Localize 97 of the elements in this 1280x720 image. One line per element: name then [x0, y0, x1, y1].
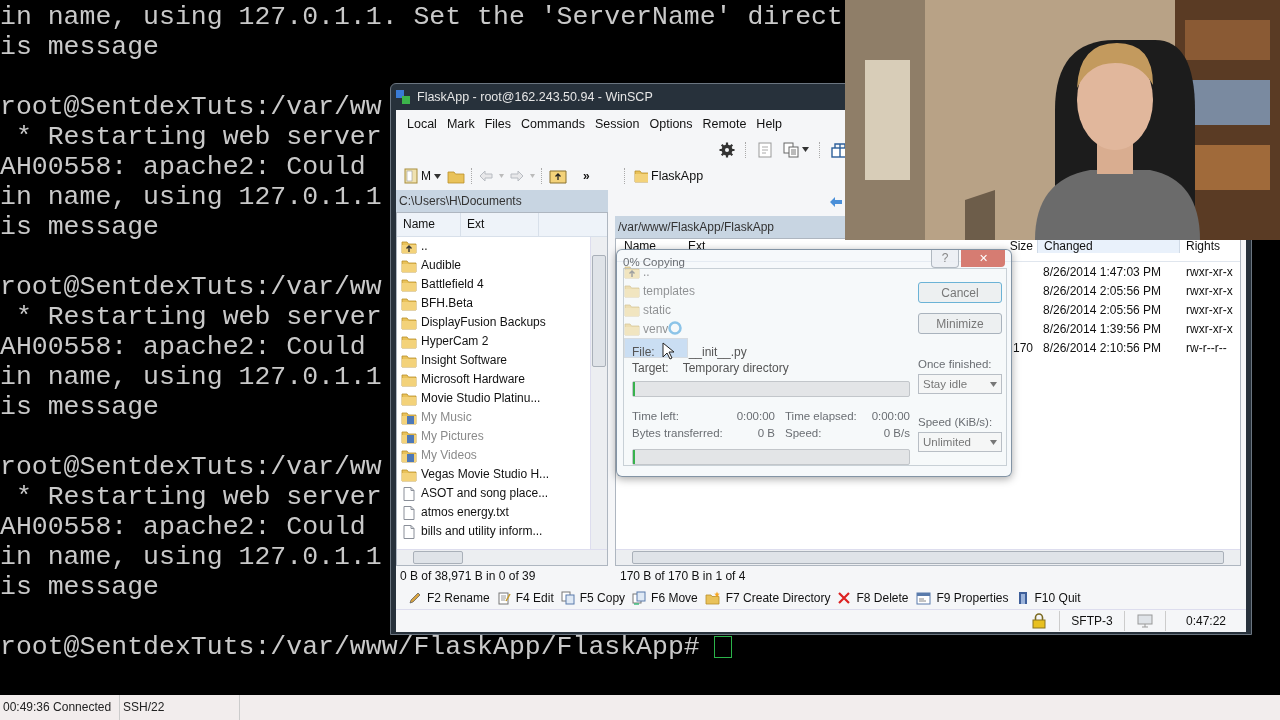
- dropdown[interactable]: Unlimited: [918, 432, 1002, 452]
- command-button[interactable]: F7 Create Directory: [704, 587, 831, 608]
- terminal-line: in name, using 127.0.1.1: [0, 542, 382, 572]
- terminal-line: in name, using 127.0.1.1. Set the 'ServerName' direct: [0, 2, 843, 32]
- file-name[interactable]: Audible: [421, 256, 462, 275]
- column-header[interactable]: Ext: [688, 239, 987, 253]
- command-button[interactable]: F2 Rename: [408, 587, 490, 608]
- field-label: File:: [632, 345, 655, 359]
- dialog-button[interactable]: Minimize: [918, 313, 1002, 334]
- terminal-line: * Restarting web server: [14, 122, 382, 152]
- file-name[interactable]: Microsoft Hardware: [421, 370, 526, 389]
- column-header[interactable]: Size: [987, 239, 1037, 253]
- command-button[interactable]: F4 Edit: [496, 587, 554, 608]
- field-label: Speed:: [784, 426, 823, 441]
- menu-item[interactable]: Session: [590, 112, 645, 135]
- terminal-line: is message: [0, 572, 160, 602]
- file-rights: rwxr-xr-x: [1185, 302, 1234, 317]
- menu-item[interactable]: Remote: [697, 112, 752, 135]
- dialog-title: 0% Copying: [623, 256, 685, 268]
- target-value: Temporary directory: [682, 361, 789, 375]
- file-name[interactable]: Insight Software: [421, 351, 508, 370]
- terminal-line: AH00558: apache2: Could: [0, 332, 366, 362]
- field-label: Speed (KiB/s):: [918, 416, 994, 430]
- column-header[interactable]: Rights: [1180, 239, 1240, 253]
- terminal-line: root@SentdexTuts:/var/www/FlaskApp/FlaskApp#: [0, 632, 700, 662]
- command-button[interactable]: F10 Quit: [1015, 587, 1081, 608]
- file-size: 170: [1011, 341, 1034, 355]
- terminal-line: AH00558: apache2: Could: [0, 512, 366, 542]
- terminal-line: is message: [0, 32, 160, 62]
- dialog-button[interactable]: Cancel: [918, 282, 1002, 303]
- status-text: SSH/22: [120, 695, 241, 720]
- file-name[interactable]: Movie Studio Platinu...: [421, 389, 541, 408]
- field-value: 0 B/s: [882, 426, 910, 441]
- file-rights: rw-r--r--: [1185, 341, 1228, 355]
- file-name[interactable]: ..: [421, 237, 428, 256]
- terminal-line: root@SentdexTuts:/var/ww: [0, 272, 382, 302]
- menu-item[interactable]: Local: [402, 112, 442, 135]
- column-header[interactable]: Ext: [461, 213, 539, 236]
- folder-button[interactable]: FlaskApp: [634, 168, 704, 184]
- file-date: 8/26/2014 1:39:56 PM: [1042, 321, 1163, 336]
- drive-button[interactable]: M: [404, 168, 441, 184]
- menu-item[interactable]: Files: [479, 112, 517, 135]
- file-date: 8/26/2014 2:05:56 PM: [1042, 302, 1163, 317]
- file-name[interactable]: My Music: [421, 408, 472, 427]
- column-header[interactable]: Name: [397, 213, 461, 236]
- file-name[interactable]: My Pictures: [421, 427, 484, 446]
- status-text: 170 B of 170 B in 1 of 4: [620, 569, 746, 583]
- menu-item[interactable]: Help: [751, 112, 788, 135]
- terminal-line: in name, using 127.0.1.1: [0, 362, 382, 392]
- path-bar: C:\Users\H\Documents: [396, 190, 608, 212]
- file-name[interactable]: bills and utility inform...: [421, 522, 543, 541]
- window-title: FlaskApp - root@162.243.50.94 - WinSCP: [417, 90, 653, 104]
- menu-item[interactable]: Options: [644, 112, 698, 135]
- file-rights: rwxr-xr-x: [1185, 283, 1234, 298]
- field-value: 0:00:00: [735, 409, 775, 424]
- field-value: 0 B: [756, 426, 775, 441]
- file-rights: rwxr-xr-x: [1185, 321, 1234, 336]
- menu-item[interactable]: Mark: [441, 112, 480, 135]
- file-value: __init__.py: [688, 345, 747, 359]
- field-label: Once finished:: [918, 358, 993, 372]
- terminal-line: is message: [0, 212, 160, 242]
- field-label: Bytes transferred:: [632, 426, 724, 441]
- status-text: 00:49:36 Connected: [0, 695, 121, 720]
- file-name[interactable]: Vegas Movie Studio H...: [421, 465, 550, 484]
- field-label: Target:: [632, 361, 669, 375]
- terminal-line: * Restarting web server: [14, 482, 382, 512]
- more-button[interactable]: »: [583, 169, 590, 183]
- command-button[interactable]: F5 Copy: [560, 587, 626, 608]
- terminal-line: root@SentdexTuts:/var/ww: [0, 92, 382, 122]
- file-name[interactable]: atmos energy.txt: [421, 503, 509, 522]
- command-button[interactable]: F6 Move: [632, 587, 698, 608]
- field-value: 0:00:00: [870, 409, 910, 424]
- file-date: 8/26/2014 2:10:56 PM: [1042, 341, 1163, 355]
- file-name[interactable]: BFH.Beta: [421, 294, 474, 313]
- terminal-line: root@SentdexTuts:/var/ww: [0, 452, 382, 482]
- protocol-text: SFTP-3: [1071, 614, 1113, 628]
- column-header[interactable]: Name: [624, 239, 688, 253]
- file-name[interactable]: Battlefield 4: [421, 275, 484, 294]
- file-name[interactable]: ASOT and song place...: [421, 484, 549, 503]
- status-text: 0 B of 38,971 B in 0 of 39: [400, 569, 537, 583]
- terminal-line: in name, using 127.0.1.1: [0, 182, 382, 212]
- file-name[interactable]: My Videos: [421, 446, 477, 465]
- file-date: 8/26/2014 1:47:03 PM: [1042, 264, 1163, 279]
- terminal-line: * Restarting web server: [14, 302, 382, 332]
- menu-item[interactable]: Commands: [516, 112, 590, 135]
- command-button[interactable]: F8 Delete: [837, 587, 909, 608]
- terminal-line: AH00558: apache2: Could: [0, 152, 366, 182]
- field-label: Time left:: [632, 409, 680, 424]
- terminal-line: is message: [0, 392, 160, 422]
- file-name[interactable]: DisplayFusion Backups: [421, 313, 546, 332]
- session-time: 0:47:22: [1185, 614, 1226, 628]
- file-date: 8/26/2014 2:05:56 PM: [1042, 283, 1163, 298]
- field-label: Time elapsed:: [784, 409, 858, 424]
- file-name[interactable]: HyperCam 2: [421, 332, 489, 351]
- dropdown[interactable]: Stay idle: [918, 374, 1002, 394]
- command-button[interactable]: F9 Properties: [915, 587, 1009, 608]
- file-rights: rwxr-xr-x: [1185, 264, 1234, 279]
